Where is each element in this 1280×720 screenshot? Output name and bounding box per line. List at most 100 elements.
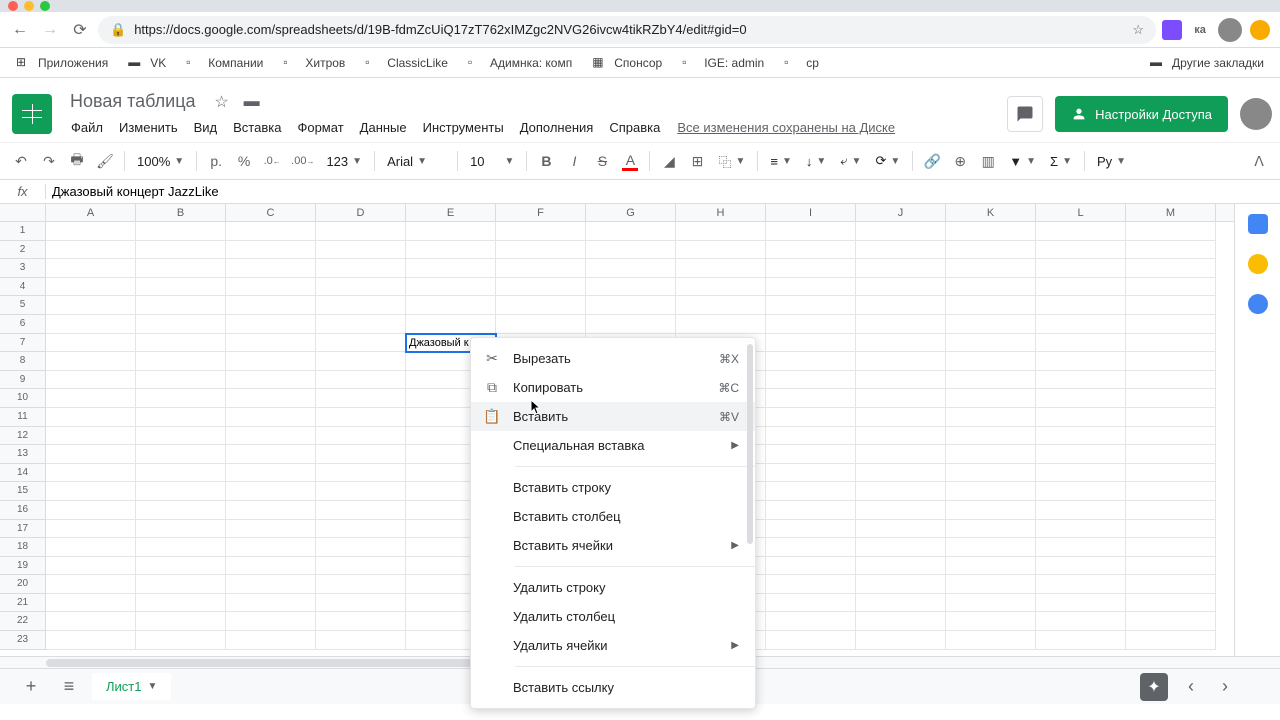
cell-K16[interactable] xyxy=(946,501,1036,520)
column-header-G[interactable]: G xyxy=(586,204,676,221)
extension-icon-2[interactable]: ка xyxy=(1188,18,1212,42)
cell-D16[interactable] xyxy=(316,501,406,520)
cell-D18[interactable] xyxy=(316,538,406,557)
zoom-select[interactable]: 100%▼ xyxy=(131,154,190,169)
cell-C23[interactable] xyxy=(226,631,316,650)
cell-K22[interactable] xyxy=(946,612,1036,631)
fill-color-button[interactable]: ◢ xyxy=(656,148,682,174)
cell-C17[interactable] xyxy=(226,520,316,539)
cell-D12[interactable] xyxy=(316,427,406,446)
row-header-9[interactable]: 9 xyxy=(0,371,46,390)
horizontal-align-button[interactable]: ≡▼ xyxy=(764,154,798,169)
cell-J10[interactable] xyxy=(856,389,946,408)
row-header-10[interactable]: 10 xyxy=(0,389,46,408)
update-badge[interactable] xyxy=(1248,18,1272,42)
cell-E1[interactable] xyxy=(406,222,496,241)
increase-decimal-button[interactable]: .00→ xyxy=(287,148,318,174)
row-header-7[interactable]: 7 xyxy=(0,334,46,353)
menu-формат[interactable]: Формат xyxy=(290,116,350,139)
cell-A13[interactable] xyxy=(46,445,136,464)
cell-I15[interactable] xyxy=(766,482,856,501)
cell-E6[interactable] xyxy=(406,315,496,334)
cell-J9[interactable] xyxy=(856,371,946,390)
cell-K10[interactable] xyxy=(946,389,1036,408)
sheet-nav-left[interactable]: ‹ xyxy=(1176,672,1206,702)
cell-J13[interactable] xyxy=(856,445,946,464)
cell-L19[interactable] xyxy=(1036,557,1126,576)
bookmark-item[interactable]: ⊞Приложения xyxy=(8,51,116,75)
cell-D9[interactable] xyxy=(316,371,406,390)
cell-K9[interactable] xyxy=(946,371,1036,390)
cell-M19[interactable] xyxy=(1126,557,1216,576)
cell-E2[interactable] xyxy=(406,241,496,260)
cell-H2[interactable] xyxy=(676,241,766,260)
cell-A3[interactable] xyxy=(46,259,136,278)
cell-L2[interactable] xyxy=(1036,241,1126,260)
cell-G4[interactable] xyxy=(586,278,676,297)
cell-K1[interactable] xyxy=(946,222,1036,241)
cell-K12[interactable] xyxy=(946,427,1036,446)
cell-F5[interactable] xyxy=(496,296,586,315)
profile-avatar[interactable] xyxy=(1218,18,1242,42)
cell-L14[interactable] xyxy=(1036,464,1126,483)
cell-J17[interactable] xyxy=(856,520,946,539)
cell-M9[interactable] xyxy=(1126,371,1216,390)
font-size-select[interactable]: 10▼ xyxy=(464,154,520,169)
number-format-select[interactable]: 123▼ xyxy=(320,154,368,169)
star-icon[interactable]: ☆ xyxy=(212,92,232,112)
cell-D5[interactable] xyxy=(316,296,406,315)
context-menu-item[interactable]: Вставить ячейки▶ xyxy=(471,531,755,560)
cell-G3[interactable] xyxy=(586,259,676,278)
row-header-8[interactable]: 8 xyxy=(0,352,46,371)
cell-L13[interactable] xyxy=(1036,445,1126,464)
percent-button[interactable]: % xyxy=(231,148,257,174)
menu-вставка[interactable]: Вставка xyxy=(226,116,288,139)
cell-K7[interactable] xyxy=(946,334,1036,353)
formula-input[interactable] xyxy=(46,180,1280,203)
cell-E4[interactable] xyxy=(406,278,496,297)
cell-K6[interactable] xyxy=(946,315,1036,334)
cell-D22[interactable] xyxy=(316,612,406,631)
cell-C15[interactable] xyxy=(226,482,316,501)
cell-K5[interactable] xyxy=(946,296,1036,315)
cell-D3[interactable] xyxy=(316,259,406,278)
cell-C5[interactable] xyxy=(226,296,316,315)
cell-K4[interactable] xyxy=(946,278,1036,297)
extension-icon-1[interactable] xyxy=(1162,20,1182,40)
cell-I18[interactable] xyxy=(766,538,856,557)
cell-C9[interactable] xyxy=(226,371,316,390)
functions-button[interactable]: Σ▼ xyxy=(1044,154,1078,169)
cell-A5[interactable] xyxy=(46,296,136,315)
cell-M15[interactable] xyxy=(1126,482,1216,501)
cell-C7[interactable] xyxy=(226,334,316,353)
all-sheets-button[interactable]: ≡ xyxy=(54,672,84,702)
sheets-logo[interactable] xyxy=(12,94,52,134)
cell-J3[interactable] xyxy=(856,259,946,278)
cell-I23[interactable] xyxy=(766,631,856,650)
context-menu-item[interactable]: ✂Вырезать⌘X xyxy=(471,344,755,373)
cell-L9[interactable] xyxy=(1036,371,1126,390)
cell-B10[interactable] xyxy=(136,389,226,408)
cell-J22[interactable] xyxy=(856,612,946,631)
cell-L3[interactable] xyxy=(1036,259,1126,278)
cell-D15[interactable] xyxy=(316,482,406,501)
cell-I5[interactable] xyxy=(766,296,856,315)
cell-B17[interactable] xyxy=(136,520,226,539)
cell-B1[interactable] xyxy=(136,222,226,241)
cell-B12[interactable] xyxy=(136,427,226,446)
cell-J16[interactable] xyxy=(856,501,946,520)
paint-format-button[interactable]: 🖌 xyxy=(92,148,118,174)
cell-H5[interactable] xyxy=(676,296,766,315)
cell-K3[interactable] xyxy=(946,259,1036,278)
context-menu-item[interactable]: Вставить строку xyxy=(471,473,755,502)
cell-J18[interactable] xyxy=(856,538,946,557)
cell-A6[interactable] xyxy=(46,315,136,334)
cell-I3[interactable] xyxy=(766,259,856,278)
column-header-J[interactable]: J xyxy=(856,204,946,221)
star-icon[interactable]: ☆ xyxy=(1132,22,1144,38)
cell-A7[interactable] xyxy=(46,334,136,353)
cell-J20[interactable] xyxy=(856,575,946,594)
reload-button[interactable]: ⟳ xyxy=(68,18,92,42)
cell-I21[interactable] xyxy=(766,594,856,613)
cell-K8[interactable] xyxy=(946,352,1036,371)
